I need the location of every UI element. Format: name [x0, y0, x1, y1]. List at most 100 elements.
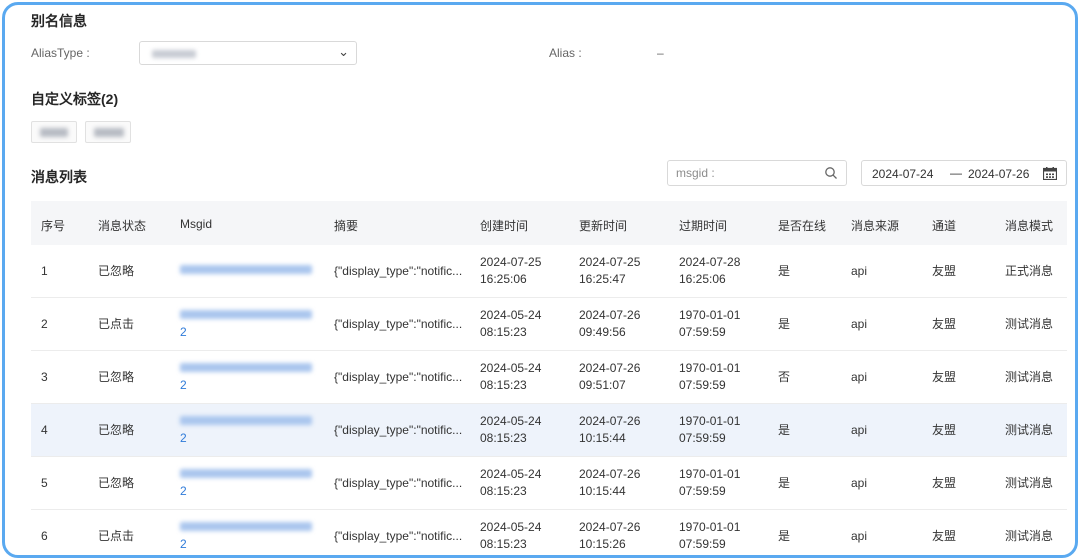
cell-online: 是: [778, 476, 791, 490]
msgid-link-redacted[interactable]: [180, 522, 312, 531]
cell-mode: 测试消息: [1005, 423, 1054, 437]
cell-index: 1: [41, 264, 48, 278]
cell-expires: 2024-07-28 16:25:06: [679, 255, 741, 286]
cell-online: 是: [778, 317, 791, 331]
cell-channel: 友盟: [932, 317, 957, 331]
cell-channel: 友盟: [932, 264, 957, 278]
cell-expires: 1970-01-01 07:59:59: [679, 308, 741, 339]
messages-section-title: 消息列表: [31, 169, 87, 185]
message-table: 序号 消息状态 Msgid 摘要 创建时间 更新时间 过期时间 是否在线 消息来…: [31, 201, 1067, 555]
cell-source: api: [851, 264, 868, 278]
th-status: 消息状态: [98, 219, 147, 233]
msgid-link-tail[interactable]: 2: [180, 325, 187, 339]
cell-status: 已点击: [98, 529, 135, 543]
cell-mode: 测试消息: [1005, 370, 1054, 384]
tag-text-redacted: [40, 128, 68, 137]
th-msgid: Msgid: [180, 217, 213, 231]
cell-summary: {"display_type":"notific...: [334, 370, 463, 384]
cell-created: 2024-05-24 08:15:23: [480, 414, 542, 445]
calendar-icon[interactable]: [1043, 167, 1057, 180]
cell-channel: 友盟: [932, 476, 957, 490]
cell-mode: 测试消息: [1005, 529, 1054, 543]
th-mode: 消息模式: [1005, 219, 1054, 233]
table-row[interactable]: 2 已点击 2 {"display_type":"notific... 2024…: [31, 298, 1067, 351]
cell-summary: {"display_type":"notific...: [334, 476, 463, 490]
cell-status: 已忽略: [98, 423, 135, 437]
th-online: 是否在线: [778, 219, 827, 233]
cell-mode: 测试消息: [1005, 317, 1054, 331]
cell-summary: {"display_type":"notific...: [334, 264, 463, 278]
msgid-link-redacted[interactable]: [180, 416, 312, 425]
cell-status: 已忽略: [98, 264, 135, 278]
msgid-link-redacted[interactable]: [180, 310, 312, 319]
cell-summary: {"display_type":"notific...: [334, 529, 463, 543]
alias-label: Alias :: [549, 46, 582, 60]
msgid-link-redacted[interactable]: [180, 469, 312, 478]
th-channel: 通道: [932, 219, 957, 233]
cell-created: 2024-05-24 08:15:23: [480, 361, 542, 392]
msgid-link-redacted[interactable]: [180, 363, 312, 372]
th-expires: 过期时间: [679, 219, 728, 233]
msgid-link-tail[interactable]: 2: [180, 537, 187, 551]
table-row[interactable]: 6 已点击 2 {"display_type":"notific... 2024…: [31, 510, 1067, 555]
th-created: 创建时间: [480, 219, 529, 233]
th-updated: 更新时间: [579, 219, 628, 233]
table-header: 序号 消息状态 Msgid 摘要 创建时间 更新时间 过期时间 是否在线 消息来…: [31, 201, 1067, 245]
date-range-picker[interactable]: 2024-07-24 — 2024-07-26: [861, 160, 1067, 186]
alias-type-select[interactable]: ⌄: [139, 41, 357, 65]
cell-summary: {"display_type":"notific...: [334, 317, 463, 331]
cell-index: 4: [41, 423, 48, 437]
alias-type-label: AliasType :: [31, 46, 90, 60]
table-row[interactable]: 3 已忽略 2 {"display_type":"notific... 2024…: [31, 351, 1067, 404]
alias-value: –: [657, 46, 664, 60]
cell-expires: 1970-01-01 07:59:59: [679, 467, 741, 498]
alias-type-value-redacted: [152, 50, 196, 58]
cell-source: api: [851, 423, 868, 437]
cell-online: 是: [778, 264, 791, 278]
msgid-search-box[interactable]: [667, 160, 847, 186]
chevron-down-icon: ⌄: [338, 44, 349, 59]
msgid-search-input[interactable]: [676, 165, 816, 181]
cell-expires: 1970-01-01 07:59:59: [679, 414, 741, 445]
cell-source: api: [851, 529, 868, 543]
custom-tag-1[interactable]: [31, 121, 77, 143]
table-row[interactable]: 5 已忽略 2 {"display_type":"notific... 2024…: [31, 457, 1067, 510]
table-row[interactable]: 1 已忽略 {"display_type":"notific... 2024-0…: [31, 245, 1067, 298]
cell-channel: 友盟: [932, 529, 957, 543]
th-index: 序号: [41, 219, 66, 233]
cell-updated: 2024-07-26 10:15:44: [579, 467, 641, 498]
th-summary: 摘要: [334, 219, 359, 233]
cell-source: api: [851, 370, 868, 384]
cell-created: 2024-05-24 08:15:23: [480, 520, 542, 551]
cell-source: api: [851, 317, 868, 331]
table-row[interactable]: 4 已忽略 2 {"display_type":"notific... 2024…: [31, 404, 1067, 457]
cell-status: 已忽略: [98, 476, 135, 490]
search-icon[interactable]: [824, 166, 838, 180]
cell-updated: 2024-07-26 09:49:56: [579, 308, 641, 339]
cell-updated: 2024-07-26 10:15:44: [579, 414, 641, 445]
msgid-link-tail[interactable]: 2: [180, 378, 187, 392]
date-end[interactable]: 2024-07-26: [968, 167, 1029, 181]
cell-channel: 友盟: [932, 423, 957, 437]
cell-expires: 1970-01-01 07:59:59: [679, 520, 741, 551]
cell-index: 5: [41, 476, 48, 490]
date-start[interactable]: 2024-07-24: [872, 167, 933, 181]
msgid-link-redacted[interactable]: [180, 265, 312, 274]
date-separator: —: [950, 166, 962, 180]
msgid-link-tail[interactable]: 2: [180, 484, 187, 498]
cell-status: 已忽略: [98, 370, 135, 384]
th-source: 消息来源: [851, 219, 900, 233]
tag-text-redacted: [94, 128, 124, 137]
alias-section-title: 别名信息: [31, 13, 87, 29]
cell-expires: 1970-01-01 07:59:59: [679, 361, 741, 392]
cell-created: 2024-07-25 16:25:06: [480, 255, 542, 286]
msgid-link-tail[interactable]: 2: [180, 431, 187, 445]
cell-status: 已点击: [98, 317, 135, 331]
cell-online: 是: [778, 423, 791, 437]
cell-created: 2024-05-24 08:15:23: [480, 467, 542, 498]
custom-tag-2[interactable]: [85, 121, 131, 143]
app-frame: 别名信息 AliasType : ⌄ Alias : – 自定义标签(2) 消息…: [2, 2, 1078, 558]
cell-mode: 测试消息: [1005, 476, 1054, 490]
cell-online: 是: [778, 529, 791, 543]
cell-index: 2: [41, 317, 48, 331]
